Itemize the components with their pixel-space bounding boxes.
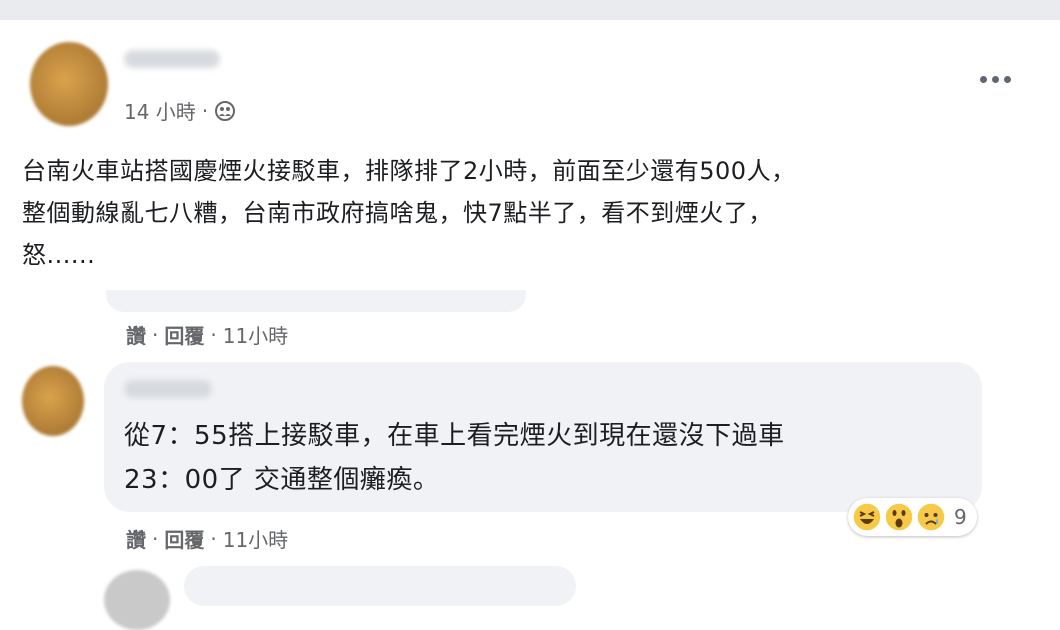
meta-separator: · [201, 98, 209, 123]
sad-emoji-icon [916, 502, 946, 532]
reply-button[interactable]: 回覆 [164, 524, 204, 553]
comment-body: 從7：55搭上接駁車，在車上看完煙火到現在還沒下過車 23：00了 交通整個癱瘓… [124, 421, 785, 495]
reply-time[interactable]: 11小時 [223, 320, 288, 349]
post-time[interactable]: 14 小時 [124, 96, 196, 125]
post-meta: 14 小時 · [124, 96, 236, 125]
like-button[interactable]: 讚 [126, 320, 146, 349]
poster-avatar[interactable] [30, 42, 108, 126]
reaction-summary[interactable]: 9 [848, 498, 977, 536]
next-reply-avatar[interactable] [104, 570, 170, 630]
previous-reply-bubble [106, 290, 526, 312]
friends-icon[interactable] [214, 100, 236, 122]
action-separator: · [210, 322, 217, 347]
action-separator: · [152, 322, 159, 347]
commenter-avatar[interactable] [22, 366, 84, 436]
next-reply-bubble [184, 566, 576, 606]
reply-button[interactable]: 回覆 [164, 320, 204, 349]
comment-actions: 讚 · 回覆 · 11小時 [126, 524, 288, 553]
poster-name-blurred[interactable] [124, 50, 220, 68]
reply-actions: 讚 · 回覆 · 11小時 [126, 320, 288, 349]
commenter-name-blurred[interactable] [124, 380, 212, 398]
top-bar [0, 0, 1060, 20]
like-button[interactable]: 讚 [126, 524, 146, 553]
more-options-icon[interactable] [980, 76, 1011, 83]
wow-emoji-icon [884, 502, 914, 532]
post-body: 台南火車站搭國慶煙火接駁車，排隊排了2小時，前面至少還有500人， 整個動線亂七… [22, 157, 796, 269]
reaction-count: 9 [954, 505, 967, 529]
laughing-emoji-icon [852, 502, 882, 532]
action-separator: · [152, 526, 159, 551]
action-separator: · [210, 526, 217, 551]
comment-time[interactable]: 11小時 [223, 524, 288, 553]
